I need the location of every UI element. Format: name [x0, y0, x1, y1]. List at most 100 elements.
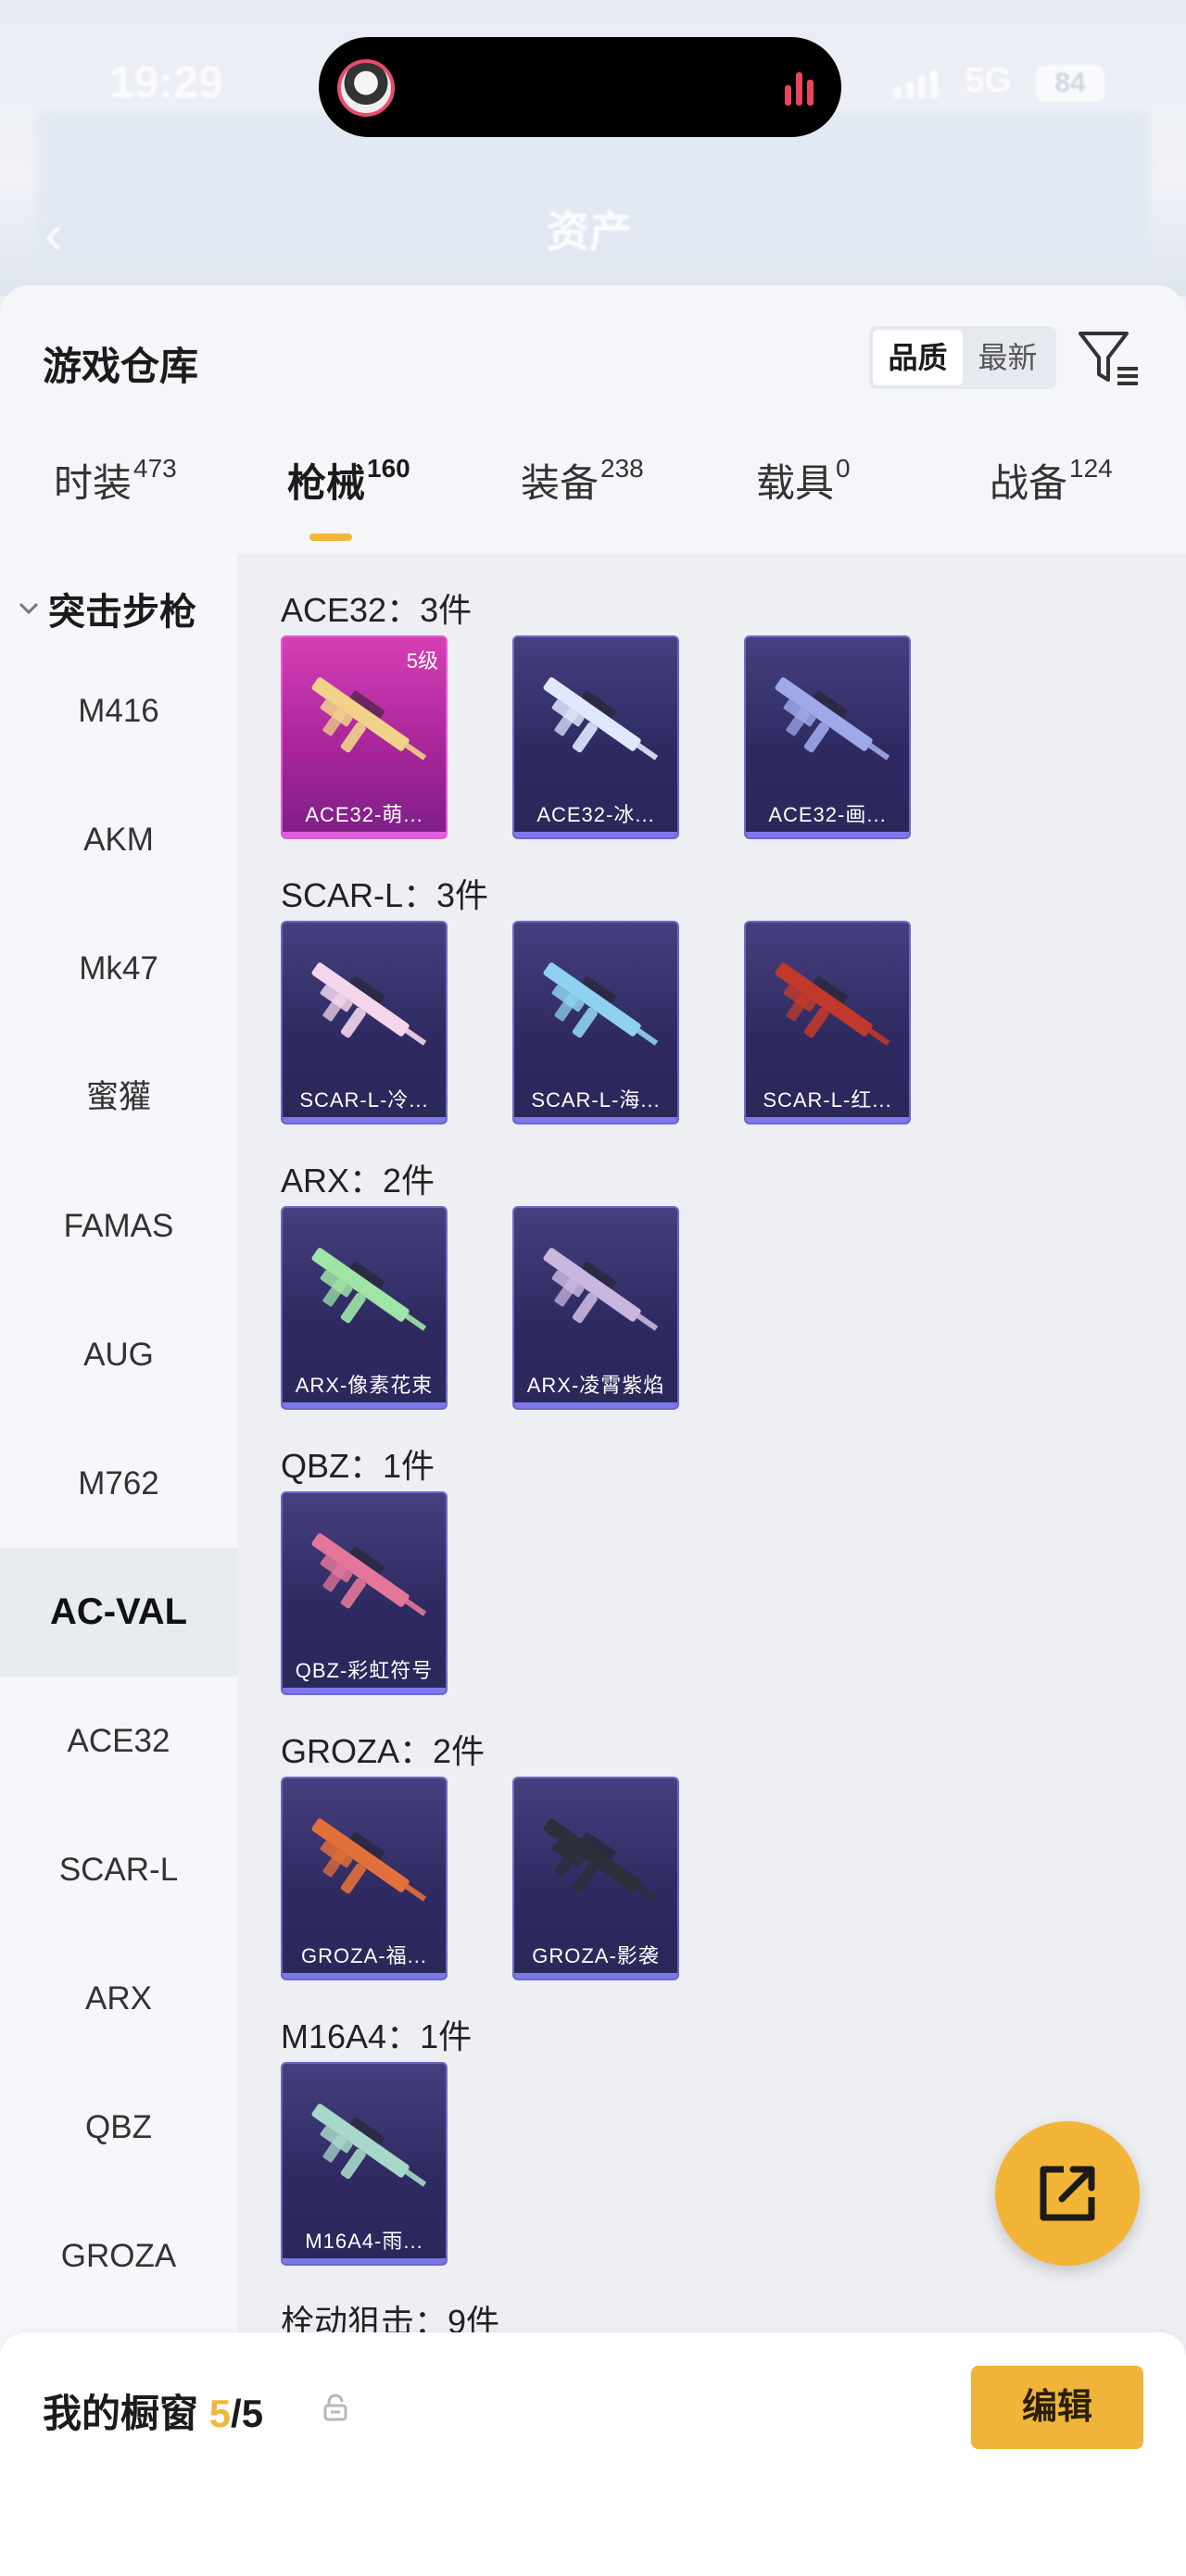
- chevron-down-icon: [19, 602, 39, 615]
- skin-card[interactable]: QBZ-彩虹符号: [281, 1491, 448, 1695]
- rifle-icon: [311, 2104, 427, 2187]
- skin-name: ACE32-冰...: [536, 803, 655, 826]
- tab-count: 160: [367, 454, 410, 483]
- rifle-icon: [543, 1818, 659, 1902]
- rail-item-groza[interactable]: GROZA: [0, 2192, 237, 2320]
- skin-card[interactable]: 5级 ACE32-萌...: [281, 635, 448, 839]
- skin-card[interactable]: SCAR-L-红...: [744, 921, 911, 1125]
- skin-name: SCAR-L-冷...: [299, 1088, 429, 1112]
- rifle-icon: [311, 1533, 427, 1616]
- skin-name: ACE32-萌...: [305, 803, 423, 826]
- group-title: ACE32：3件: [281, 591, 473, 629]
- rail-heading-label: 突击步枪: [48, 592, 196, 633]
- rifle-icon: [775, 677, 890, 760]
- skin-name: GROZA-影袭: [532, 1944, 660, 1967]
- tab-count: 238: [600, 454, 644, 483]
- skin-name: GROZA-福...: [301, 1944, 427, 1967]
- showcase-label: 我的橱窗: [43, 2392, 199, 2435]
- rail-item-qbz[interactable]: QBZ: [0, 2063, 237, 2192]
- skin-name: SCAR-L-海...: [531, 1088, 661, 1112]
- skin-name: SCAR-L-红...: [763, 1088, 892, 1112]
- rifle-icon: [311, 1818, 427, 1902]
- skin-card[interactable]: SCAR-L-海...: [512, 921, 679, 1125]
- rail-item-m416[interactable]: M416: [0, 647, 237, 775]
- tab-label: 战备: [990, 461, 1068, 505]
- rail-item-m762[interactable]: M762: [0, 1419, 237, 1548]
- tab-count: 473: [133, 454, 177, 483]
- lock-icon: [323, 2394, 347, 2421]
- tab-count: 124: [1069, 454, 1113, 483]
- skin-name: ACE32-画...: [768, 803, 887, 826]
- group-title: SCAR-L：3件: [281, 876, 489, 914]
- showcase-bar: 我的橱窗 5/5 编辑: [0, 2332, 1186, 2576]
- avatar: [337, 59, 395, 117]
- filter-icon[interactable]: [1077, 328, 1142, 389]
- skin-grid: ACE32：3件 5级 ACE32-萌... ACE32-冰... ACE32-画...…: [237, 554, 1186, 2576]
- rail-item-mk47[interactable]: Mk47: [0, 904, 237, 1033]
- audio-bars-icon: [785, 69, 814, 106]
- rifle-icon: [543, 962, 659, 1046]
- tab-vehicles[interactable]: 载具0: [756, 452, 851, 509]
- group-title: M16A4：1件: [281, 2017, 473, 2055]
- skin-card[interactable]: ACE32-冰...: [512, 635, 679, 839]
- rail-heading[interactable]: 突击步枪: [19, 582, 196, 635]
- rail-item-famas[interactable]: FAMAS: [0, 1162, 237, 1290]
- skin-name: QBZ-彩虹符号: [295, 1659, 434, 1682]
- rail-item-akm[interactable]: AKM: [0, 775, 237, 904]
- group-title: ARX：2件: [281, 1162, 435, 1200]
- group-title: QBZ：1件: [281, 1447, 435, 1485]
- rail-item-ac-val[interactable]: AC-VAL: [0, 1548, 237, 1677]
- sheet-header: 游戏仓库 品质 最新: [0, 285, 1186, 415]
- back-chevron-icon: ‹: [44, 203, 63, 265]
- skin-card[interactable]: SCAR-L-冷...: [281, 921, 448, 1125]
- showcase-count: 5: [208, 2392, 232, 2435]
- skin-name: ARX-像素花束: [295, 1374, 434, 1397]
- background-title: 资产: [547, 207, 632, 256]
- tab-label: 枪械: [287, 461, 366, 505]
- signal-icon: [894, 70, 938, 98]
- skin-name: ARX-凌霄紫焰: [526, 1374, 665, 1397]
- skin-card[interactable]: M16A4-雨...: [281, 2062, 448, 2266]
- skin-card[interactable]: GROZA-福...: [281, 1777, 448, 1980]
- tab-firearms[interactable]: 枪械160: [287, 452, 410, 509]
- rifle-icon: [311, 1248, 427, 1331]
- rifle-icon: [543, 677, 659, 760]
- rifle-icon: [311, 677, 427, 760]
- sort-toggle: 品质 最新: [869, 326, 1056, 389]
- share-icon: [1040, 2166, 1095, 2221]
- skin-name: M16A4-雨...: [305, 2230, 423, 2253]
- tab-label: 载具: [756, 461, 835, 505]
- weapon-type-rail: 突击步枪 M416 AKM Mk47 蜜獾 FAMAS AUG M762 AC-…: [0, 554, 237, 2576]
- tab-fashion[interactable]: 时装473: [54, 452, 177, 509]
- showcase-title: 我的橱窗 5/5: [43, 2382, 263, 2439]
- dynamic-island: [319, 37, 841, 137]
- sort-quality-button[interactable]: 品质: [873, 330, 963, 385]
- rail-item-aug[interactable]: AUG: [0, 1290, 237, 1419]
- level-badge: 5级: [406, 649, 438, 672]
- tab-label: 装备: [521, 461, 599, 505]
- battery-icon: 84: [1036, 65, 1104, 102]
- skin-card[interactable]: ARX-像素花束: [281, 1206, 448, 1410]
- share-button[interactable]: [995, 2121, 1140, 2266]
- rifle-icon: [543, 1248, 659, 1331]
- skin-card[interactable]: GROZA-影袭: [512, 1777, 679, 1980]
- showcase-total: 5: [241, 2392, 264, 2435]
- skin-card[interactable]: ARX-凌霄紫焰: [512, 1206, 679, 1410]
- rifle-icon: [311, 962, 427, 1046]
- skin-card[interactable]: ACE32-画...: [744, 635, 911, 839]
- tab-count: 0: [836, 454, 851, 483]
- tab-equipment[interactable]: 装备238: [521, 452, 644, 509]
- rifle-icon: [775, 962, 890, 1046]
- edit-button[interactable]: 编辑: [971, 2366, 1143, 2449]
- rail-item-ace32[interactable]: ACE32: [0, 1677, 237, 1805]
- category-tabs: 时装473 枪械160 装备238 载具0 战备124: [0, 452, 1186, 554]
- sort-newest-button[interactable]: 最新: [963, 330, 1053, 385]
- rail-item-arx[interactable]: ARX: [0, 1934, 237, 2063]
- showcase-separator: /: [231, 2392, 242, 2435]
- page-title: 游戏仓库: [43, 345, 199, 388]
- rail-item-honey-badger[interactable]: 蜜獾: [0, 1033, 237, 1162]
- active-tab-indicator: [309, 534, 352, 541]
- rail-item-scar-l[interactable]: SCAR-L: [0, 1805, 237, 1934]
- tab-supplies[interactable]: 战备124: [990, 452, 1113, 509]
- status-time: 19:29: [109, 58, 223, 107]
